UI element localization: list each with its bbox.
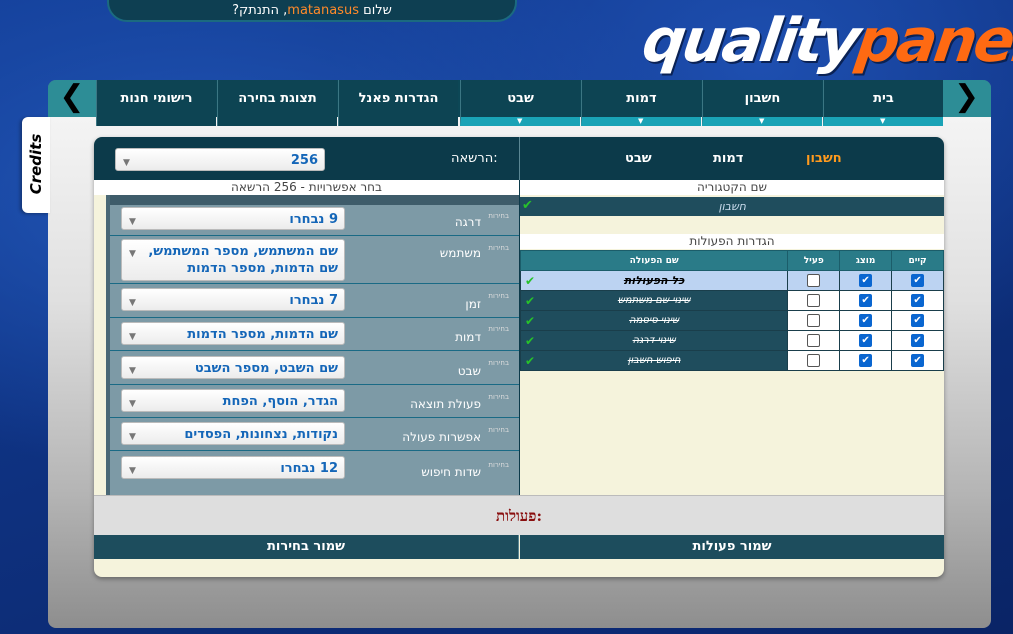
tab-store-logs[interactable]: רישומי חנות xyxy=(96,80,216,126)
save-selections-button[interactable]: שמור בחירות xyxy=(94,535,519,559)
rank-select[interactable]: ▼ 9 נבחרו xyxy=(121,207,345,230)
category-clan[interactable]: שבט xyxy=(625,151,652,166)
username-link[interactable]: matanasus xyxy=(287,3,359,18)
check-icon: ✔ xyxy=(525,294,536,308)
col-active: פעיל xyxy=(787,250,841,271)
option-row-rank: בחירות דרגה ▼ 9 נבחרו xyxy=(110,205,519,236)
permissions-panel: חשבון דמות שבט הרשאה: ▼ 256 בחר אפשרויות … xyxy=(94,137,944,577)
action-row: ✔ שינוי סיסמה ✔ ✔ xyxy=(519,310,944,331)
option-row-user: בחירות משתמש ▼ שם המשתמש, מספר המשתמש, שם… xyxy=(110,236,519,284)
actions-settings-title: הגדרות הפעולות xyxy=(520,234,944,249)
greeting-bar: שלום matanasus, התנתק? xyxy=(107,0,517,22)
tab-character[interactable]: דמות ▼ xyxy=(581,80,701,126)
exists-checkbox[interactable]: ✔ xyxy=(911,354,925,367)
active-checkbox[interactable] xyxy=(807,294,821,307)
tab-clan[interactable]: שבט ▼ xyxy=(460,80,580,126)
save-actions-button[interactable]: שמור פעולות xyxy=(520,535,944,559)
action-row: ✔ שינוי שם משתמש ✔ ✔ xyxy=(519,290,944,311)
actions-label: פעולות: xyxy=(495,507,543,525)
shown-checkbox[interactable]: ✔ xyxy=(859,314,873,327)
credits-tab[interactable]: Credits xyxy=(22,117,50,213)
all-active-checkbox[interactable] xyxy=(807,274,821,287)
dropdown-arrow-icon: ▼ xyxy=(517,117,523,125)
qualitypanel-logo: qualitypanel xyxy=(638,6,1013,76)
exists-checkbox[interactable]: ✔ xyxy=(911,334,925,347)
result-action-select[interactable]: ▼ הגדר, הוסף, הפחת xyxy=(121,389,345,412)
category-name-row: ✔ חשבון xyxy=(520,197,944,216)
greeting-prefix: שלום xyxy=(363,3,392,18)
logout-link[interactable]: , התנתק? xyxy=(232,3,287,18)
dropdown-arrow-icon: ▼ xyxy=(880,117,886,125)
all-shown-checkbox[interactable]: ✔ xyxy=(859,274,873,287)
dropdown-arrow-icon: ▼ xyxy=(123,158,130,168)
option-row-search-fields: בחירות שדות חיפוש ▼ 12 נבחרו xyxy=(110,451,519,495)
actions-table: שם הפעולה פעיל מוצג קיים ✔ כל הפעולות ✔ ✔… xyxy=(519,250,944,371)
check-icon: ✔ xyxy=(525,334,536,348)
col-shown: מוצג xyxy=(839,250,893,271)
option-row-clan: בחירות שבט ▼ שם השבט, מספר השבט xyxy=(110,351,519,385)
check-icon: ✔ xyxy=(522,198,533,213)
license-select[interactable]: ▼ 256 xyxy=(115,148,325,171)
exists-checkbox[interactable]: ✔ xyxy=(911,294,925,307)
tab-panel-settings[interactable]: הגדרות פאנל xyxy=(338,80,458,126)
category-name-header: שם הקטגוריה xyxy=(520,180,944,195)
action-option-select[interactable]: ▼ נקודות, נצחונות, הפסדים xyxy=(121,422,345,445)
panel-header: חשבון דמות שבט הרשאה: ▼ 256 xyxy=(94,137,944,180)
col-exists: קיים xyxy=(891,250,944,271)
action-row: ✔ שינוי דרגה ✔ ✔ xyxy=(519,330,944,351)
dropdown-arrow-icon: ▼ xyxy=(638,117,644,125)
category-character[interactable]: דמות xyxy=(713,151,743,166)
top-navigation: ❮ רישומי חנות תצוגת בחירה הגדרות פאנל שב… xyxy=(48,79,991,126)
character-select[interactable]: ▼ שם הדמות, מספר הדמות xyxy=(121,322,345,345)
tab-account[interactable]: חשבון ▼ xyxy=(702,80,822,126)
action-row: ✔ חיפוש חשבון ✔ ✔ xyxy=(519,350,944,371)
option-row-result-action: בחירות פעולת תוצאה ▼ הגדר, הוסף, הפחת xyxy=(110,385,519,418)
shown-checkbox[interactable]: ✔ xyxy=(859,354,873,367)
license-label: הרשאה: xyxy=(451,151,498,166)
nav-right-arrow-icon[interactable]: ❮ xyxy=(943,79,991,117)
option-row-time: בחירות זמן ▼ 7 נבחרו xyxy=(110,284,519,318)
active-checkbox[interactable] xyxy=(807,354,821,367)
time-select[interactable]: ▼ 7 נבחרו xyxy=(121,288,345,311)
tab-selection-view[interactable]: תצוגת בחירה xyxy=(217,80,337,126)
shown-checkbox[interactable]: ✔ xyxy=(859,294,873,307)
option-row-action-option: בחירות אפשרות פעולה ▼ נקודות, נצחונות, הפ… xyxy=(110,418,519,451)
options-list: בחירות דרגה ▼ 9 נבחרו בחירות משתמש ▼ שם המ… xyxy=(106,195,519,495)
dropdown-arrow-icon: ▼ xyxy=(759,117,765,125)
col-action-name: שם הפעולה xyxy=(519,250,789,271)
check-icon: ✔ xyxy=(525,274,536,288)
shown-checkbox[interactable]: ✔ xyxy=(859,334,873,347)
search-fields-select[interactable]: ▼ 12 נבחרו xyxy=(121,456,345,479)
actions-footer: פעולות: xyxy=(94,495,944,535)
category-account[interactable]: חשבון xyxy=(806,151,842,166)
clan-select[interactable]: ▼ שם השבט, מספר השבט xyxy=(121,356,345,379)
check-icon: ✔ xyxy=(525,354,536,368)
user-select[interactable]: ▼ שם המשתמש, מספר המשתמש, שם הדמות, מספר … xyxy=(121,239,345,281)
nav-left-arrow-icon[interactable]: ❮ xyxy=(48,80,96,117)
option-row-character: בחירות דמות ▼ שם הדמות, מספר הדמות xyxy=(110,318,519,351)
active-checkbox[interactable] xyxy=(807,334,821,347)
active-checkbox[interactable] xyxy=(807,314,821,327)
all-actions-row: ✔ כל הפעולות ✔ ✔ xyxy=(519,270,944,291)
check-icon: ✔ xyxy=(525,314,536,328)
tab-home[interactable]: בית ▼ xyxy=(823,80,943,126)
exists-checkbox[interactable]: ✔ xyxy=(911,314,925,327)
all-exists-checkbox[interactable]: ✔ xyxy=(911,274,925,287)
options-subhead: בחר אפשרויות - 256 הרשאה xyxy=(94,180,519,195)
